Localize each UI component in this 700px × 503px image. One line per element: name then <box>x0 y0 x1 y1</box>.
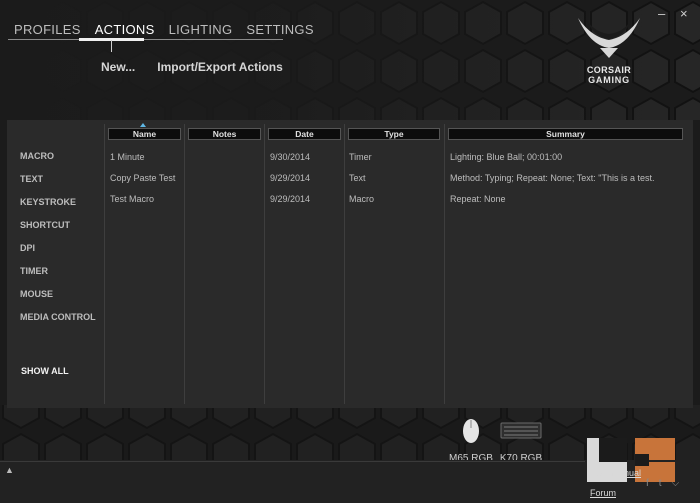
forum-link[interactable]: Forum <box>590 488 616 498</box>
mouse-icon <box>462 419 479 443</box>
sails-logo-icon <box>578 18 640 58</box>
tab-profiles[interactable]: PROFILES <box>8 20 89 40</box>
cell-type[interactable]: Macro <box>349 194 374 204</box>
tab-lighting[interactable]: LIGHTING <box>163 20 241 40</box>
cell-summary[interactable]: Lighting: Blue Ball; 00:01:00 <box>450 152 562 162</box>
category-text[interactable]: TEXT <box>20 171 110 194</box>
facebook-icon[interactable]: f <box>646 478 649 489</box>
header-summary[interactable]: Summary <box>448 128 683 140</box>
cell-summary[interactable]: Method: Typing; Repeat: None; Text: "Thi… <box>450 173 654 183</box>
tab-actions[interactable]: ACTIONS <box>89 20 163 40</box>
column-divider <box>264 124 265 404</box>
cell-date[interactable]: 9/30/2014 <box>270 152 310 162</box>
category-macro[interactable]: MACRO <box>20 148 110 171</box>
corsair-logo: CORSAIR GAMING <box>574 14 644 94</box>
category-keystroke[interactable]: KEYSTROKE <box>20 194 110 217</box>
show-all-button[interactable]: SHOW ALL <box>21 366 69 376</box>
category-timer[interactable]: TIMER <box>20 263 110 286</box>
device-k70[interactable]: K70 RGB <box>498 418 544 464</box>
logo-text-gaming: GAMING <box>588 75 630 85</box>
minimize-button[interactable]: – <box>658 6 665 21</box>
cell-name[interactable]: 1 Minute <box>110 152 145 162</box>
header-type[interactable]: Type <box>348 128 440 140</box>
import-export-button[interactable]: Import/Export Actions <box>157 60 283 74</box>
header-date[interactable]: Date <box>268 128 341 140</box>
close-button[interactable]: × <box>680 6 688 21</box>
corsair-sails-icon[interactable]: ⌵ <box>672 478 680 489</box>
cell-date[interactable]: 9/29/2014 <box>270 194 310 204</box>
tab-settings[interactable]: SETTINGS <box>240 20 321 40</box>
header-name[interactable]: Name <box>108 128 181 140</box>
column-divider <box>444 124 445 404</box>
category-shortcut[interactable]: SHORTCUT <box>20 217 110 240</box>
collapse-arrow-icon[interactable]: ▲ <box>5 465 14 475</box>
active-tab-connector <box>111 40 112 52</box>
device-m65[interactable]: M65 RGB <box>449 418 493 464</box>
social-links: f t ⌵ <box>646 478 679 489</box>
actions-subnav: New... Import/Export Actions <box>101 60 283 74</box>
category-list: MACRO TEXT KEYSTROKE SHORTCUT DPI TIMER … <box>20 148 110 332</box>
column-divider <box>344 124 345 404</box>
header-notes[interactable]: Notes <box>188 128 261 140</box>
nav-divider <box>8 39 283 40</box>
category-dpi[interactable]: DPI <box>20 240 110 263</box>
sort-ascending-icon <box>140 123 146 127</box>
keyboard-icon <box>500 422 542 439</box>
column-divider <box>104 124 105 404</box>
column-divider <box>184 124 185 404</box>
cell-name[interactable]: Copy Paste Test <box>110 173 175 183</box>
cell-type[interactable]: Timer <box>349 152 372 162</box>
cell-summary[interactable]: Repeat: None <box>450 194 506 204</box>
cell-date[interactable]: 9/29/2014 <box>270 173 310 183</box>
twitter-icon[interactable]: t <box>659 478 662 489</box>
category-mouse[interactable]: MOUSE <box>20 286 110 309</box>
bottom-divider <box>0 461 585 462</box>
new-action-button[interactable]: New... <box>101 60 135 74</box>
cell-type[interactable]: Text <box>349 173 366 183</box>
user-manual-link[interactable]: User Manual <box>590 468 641 478</box>
logo-text-corsair: CORSAIR <box>586 65 632 75</box>
category-media-control[interactable]: MEDIA CONTROL <box>20 309 110 332</box>
cell-name[interactable]: Test Macro <box>110 194 154 204</box>
